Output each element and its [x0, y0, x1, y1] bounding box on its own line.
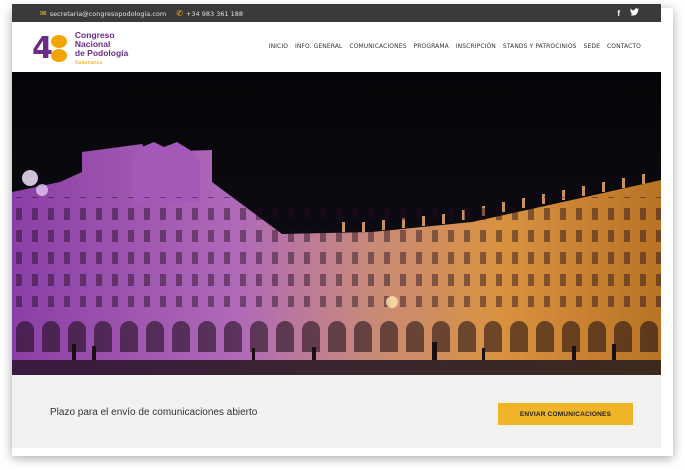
congress-logo[interactable]: 4 Congreso Nacional de Podología Salaman…: [32, 29, 129, 66]
site-header: 4 Congreso Nacional de Podología Salaman…: [12, 22, 661, 72]
phone-icon: ✆: [176, 8, 183, 18]
phone-link[interactable]: ✆ +34 983 361 188: [176, 9, 243, 18]
contact-info: ✉ secretaria@congresopodologia.com ✆ +34 9…: [40, 4, 243, 22]
nav-item-stands[interactable]: STANDS Y PATROCINIOS: [503, 43, 577, 50]
nav-item-contacto[interactable]: CONTACTO: [607, 43, 641, 50]
email-link[interactable]: ✉ secretaria@congresopodologia.com: [40, 9, 166, 18]
nav-item-programa[interactable]: PROGRAMA: [414, 43, 449, 50]
plaza-illustration: [12, 142, 661, 375]
banner-message: Plazo para el envío de comunicaciones ab…: [50, 407, 258, 418]
main-nav: INICIO INFO. GENERAL COMUNICACIONES PROG…: [269, 43, 641, 50]
facebook-icon[interactable]: f: [617, 9, 620, 18]
nav-item-sede[interactable]: SEDE: [584, 43, 600, 50]
send-communications-button[interactable]: ENVIAR COMUNICACIONES: [498, 403, 633, 425]
top-contact-bar: ✉ secretaria@congresopodologia.com ✆ +34 9…: [12, 4, 661, 22]
logo-number-8-icon: [49, 35, 69, 63]
social-links: f: [617, 4, 639, 22]
call-for-papers-banner: Plazo para el envío de comunicaciones ab…: [12, 375, 661, 448]
logo-text: Congreso Nacional de Podología Salamanca: [74, 29, 129, 66]
hero-image-plaza-mayor: [12, 72, 661, 375]
nav-item-comunicaciones[interactable]: COMUNICACIONES: [349, 43, 406, 50]
nav-item-inicio[interactable]: INICIO: [269, 43, 288, 50]
mail-icon: ✉: [40, 8, 47, 18]
nav-item-info-general[interactable]: INFO. GENERAL: [295, 43, 342, 50]
nav-item-inscripcion[interactable]: INSCRIPCIÓN: [456, 43, 496, 50]
twitter-icon[interactable]: [630, 8, 639, 18]
